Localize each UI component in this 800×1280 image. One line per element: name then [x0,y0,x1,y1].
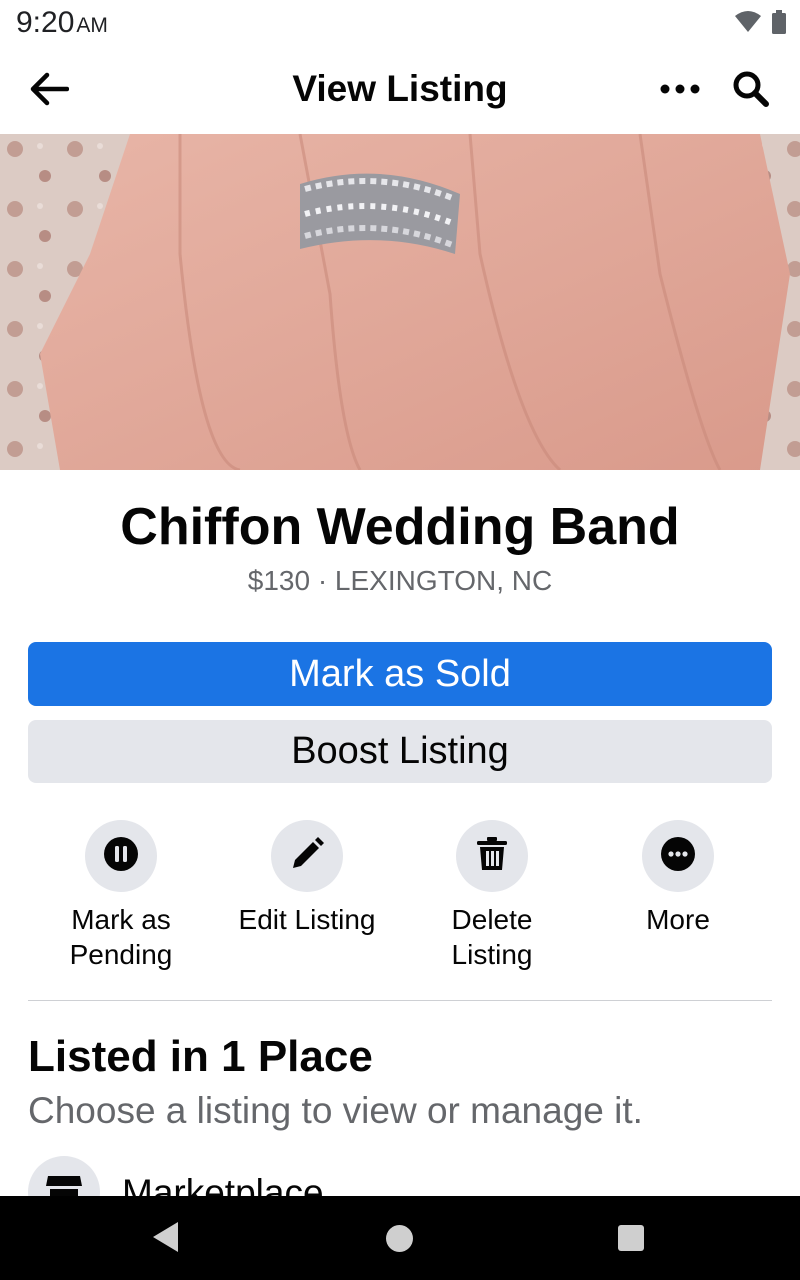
mark-as-pending-action[interactable]: Mark as Pending [28,820,214,972]
more-label: More [646,902,710,937]
listing-title: Chiffon Wedding Band [120,498,680,556]
edit-listing-button[interactable] [271,820,343,892]
status-icons [734,10,786,39]
listed-places-subtext: Choose a listing to view or manage it. [28,1090,643,1131]
more-options-button[interactable] [650,68,710,112]
more-action[interactable]: More [585,820,771,937]
delete-listing-label-line-2: Listing [451,939,533,970]
search-icon [732,70,770,113]
mark-as-pending-label: Mark as Pending [70,902,173,972]
boost-listing-button[interactable]: Boost Listing [28,720,772,783]
trash-icon [475,836,509,877]
battery-icon [772,10,786,39]
more-action-button[interactable] [642,820,714,892]
more-dots-icon [660,836,696,877]
listing-price-location: $130 · LEXINGTON, NC [247,565,553,596]
ring-on-hand-photo [0,134,800,470]
more-dots-icon [660,81,700,99]
status-time: 9:20AM [16,6,108,40]
more-label-line-1: More [646,904,710,935]
nav-home-icon[interactable] [386,1225,413,1252]
delete-listing-label-line-1: Delete [451,904,533,935]
mark-as-pending-label-line-2: Pending [69,939,173,970]
status-time-value: 9:20 [16,6,75,39]
system-nav-bar [0,1196,800,1280]
app-bar: View Listing [0,48,800,134]
status-bar: 9:20AM [0,0,800,48]
divider [28,1000,772,1001]
nav-recents-icon[interactable] [618,1225,644,1251]
pencil-icon [289,836,325,877]
status-time-ampm: AM [76,14,108,37]
mark-as-pending-label-line-1: Mark as [71,904,171,935]
pause-icon [103,836,139,877]
marketplace-icon-circle [28,1156,100,1196]
mark-as-pending-button[interactable] [85,820,157,892]
edit-listing-label-line-1: Edit Listing [238,904,376,935]
delete-listing-label: Delete Listing [452,902,533,972]
wifi-icon [734,10,762,39]
listed-places-heading: Listed in 1 Place [28,1032,373,1081]
marketplace-icon [44,1172,84,1196]
edit-listing-label: Edit Listing [239,902,376,937]
delete-listing-button[interactable] [456,820,528,892]
delete-listing-action[interactable]: Delete Listing [399,820,585,972]
nav-back-icon[interactable] [150,1220,180,1259]
edit-listing-action[interactable]: Edit Listing [214,820,400,937]
search-button[interactable] [724,66,778,116]
mark-as-sold-button[interactable]: Mark as Sold [28,642,772,706]
listing-photo[interactable] [0,134,800,470]
place-item-marketplace[interactable]: Marketplace [28,1156,772,1196]
place-label: Marketplace [122,1172,324,1196]
